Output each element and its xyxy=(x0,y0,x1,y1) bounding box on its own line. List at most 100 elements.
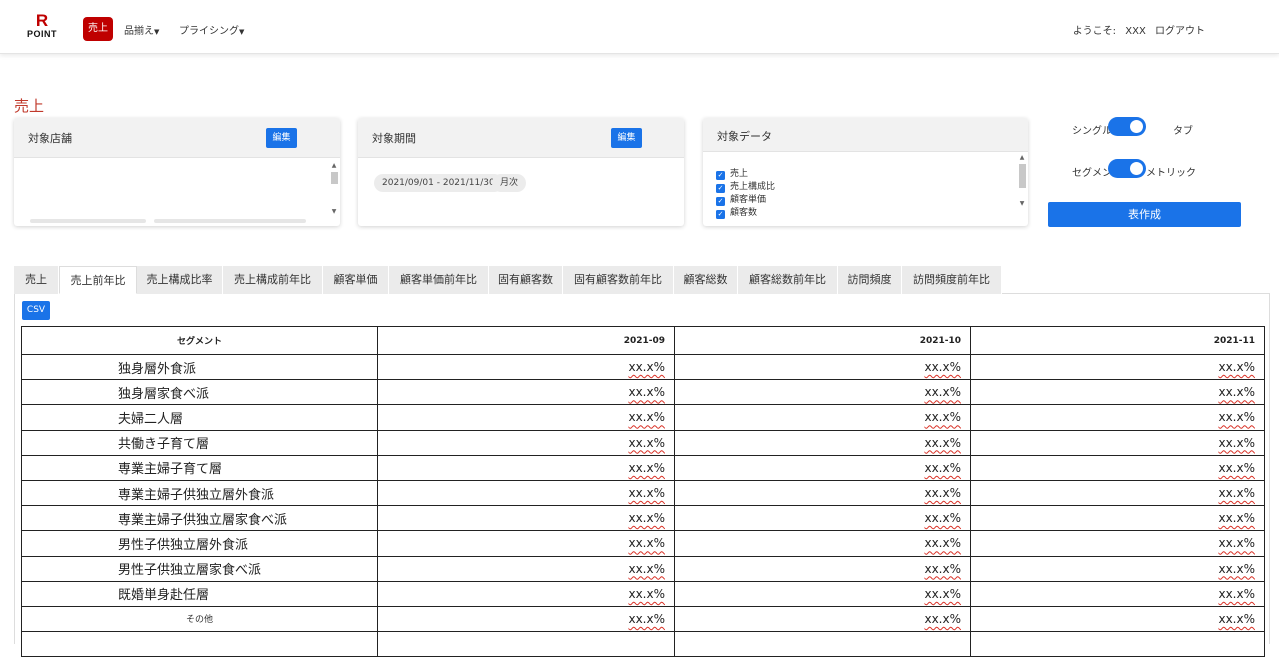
checkbox-checked-icon[interactable]: ✓ xyxy=(716,210,725,219)
value-cell: xx.x% xyxy=(377,479,675,507)
scroll-thumb[interactable] xyxy=(1018,164,1026,188)
single-tab-toggle[interactable] xyxy=(1108,117,1146,136)
value-cell xyxy=(674,631,971,657)
value-text: xx.x% xyxy=(628,561,665,576)
value-text: xx.x% xyxy=(1218,561,1255,576)
value-text: xx.x% xyxy=(924,486,961,501)
data-option-label: 売上 xyxy=(730,169,749,179)
value-text: xx.x% xyxy=(1218,611,1255,626)
value-text: xx.x% xyxy=(1218,511,1255,526)
value-cell: xx.x% xyxy=(970,580,1265,607)
value-cell: xx.x% xyxy=(674,605,971,633)
value-cell: xx.x% xyxy=(674,530,971,557)
tab-unique-customers-yoy[interactable]: 固有顧客数前年比 xyxy=(563,266,674,294)
nav-item-sales[interactable]: 売上 xyxy=(83,17,113,41)
value-text: xx.x% xyxy=(1218,410,1255,425)
segment-cell: 専業主婦子供独立層家食べ派 xyxy=(21,505,378,532)
tab-visit-frequency[interactable]: 訪問頻度 xyxy=(838,266,902,294)
value-text: xx.x% xyxy=(924,460,961,475)
table-row: 男性子供独立層外食派 xx.x% xx.x% xx.x% xyxy=(21,530,1265,557)
data-option-sales-ratio[interactable]: ✓ 売上構成比 xyxy=(716,179,775,193)
value-cell: xx.x% xyxy=(377,580,675,607)
user-name: XXX xyxy=(1125,26,1146,37)
logo-letter: R xyxy=(35,11,49,30)
nav-item-pricing[interactable]: プライシング▼ xyxy=(179,22,244,37)
scroll-up-icon[interactable]: ▲ xyxy=(1018,154,1026,162)
store-edit-button[interactable]: 編集 xyxy=(266,128,297,148)
data-scrollbar[interactable]: ▲ ▼ xyxy=(1018,154,1026,214)
segment-cell xyxy=(21,631,378,657)
create-table-button[interactable]: 表作成 xyxy=(1048,202,1241,227)
rakuten-point-logo[interactable]: R POINT xyxy=(26,12,58,39)
value-text: xx.x% xyxy=(924,561,961,576)
table-row: 男性子供独立層家食べ派 xx.x% xx.x% xx.x% xyxy=(21,555,1265,582)
logo-text: POINT xyxy=(26,29,57,39)
value-text: xx.x% xyxy=(628,360,665,375)
scroll-thumb[interactable] xyxy=(330,172,338,184)
value-cell: xx.x% xyxy=(674,580,971,607)
scroll-up-icon[interactable]: ▲ xyxy=(330,162,338,170)
value-text: xx.x% xyxy=(924,360,961,375)
value-cell: xx.x% xyxy=(674,555,971,582)
value-cell: xx.x% xyxy=(674,454,971,481)
value-text: xx.x% xyxy=(628,385,665,400)
value-cell: xx.x% xyxy=(377,555,675,582)
tab-sales-ratio[interactable]: 売上構成比率 xyxy=(137,266,223,294)
tab-unit-price-yoy[interactable]: 顧客単価前年比 xyxy=(389,266,489,294)
segment-metric-toggle[interactable] xyxy=(1108,159,1146,178)
store-card-title: 対象店舗 xyxy=(28,132,72,145)
store-scrollbar[interactable]: ▲ ▼ xyxy=(330,162,338,222)
logout-link[interactable]: ログアウト xyxy=(1155,26,1205,37)
tab-sales-ratio-yoy[interactable]: 売上構成前年比 xyxy=(223,266,323,294)
value-cell: xx.x% xyxy=(674,505,971,532)
user-bar: ようこそ: XXX ログアウト xyxy=(1073,22,1205,37)
toggle-tab-label: タブ xyxy=(1173,126,1193,137)
value-cell: xx.x% xyxy=(970,605,1265,633)
value-cell: xx.x% xyxy=(377,379,675,406)
table-row: その他 xx.x% xx.x% xx.x% xyxy=(21,605,1265,633)
table-row: 独身層家食べ派 xx.x% xx.x% xx.x% xyxy=(21,379,1265,406)
scroll-down-icon[interactable]: ▼ xyxy=(1018,200,1026,208)
value-cell: xx.x% xyxy=(970,454,1265,481)
csv-download-button[interactable]: CSV xyxy=(22,301,50,320)
column-header-month[interactable]: 2021-09 xyxy=(377,326,675,355)
data-option-sales[interactable]: ✓ 売上 xyxy=(716,166,748,180)
data-option-unit-price[interactable]: ✓ 顧客単価 xyxy=(716,192,766,206)
column-header-segment[interactable]: セグメント xyxy=(21,326,378,355)
caret-down-icon: ▼ xyxy=(154,28,160,36)
column-header-month[interactable]: 2021-11 xyxy=(970,326,1265,355)
value-text: xx.x% xyxy=(1218,385,1255,400)
segment-cell: 男性子供独立層家食べ派 xyxy=(21,555,378,582)
value-cell: xx.x% xyxy=(377,353,675,381)
tab-total-customers-yoy[interactable]: 顧客総数前年比 xyxy=(738,266,838,294)
scroll-down-icon[interactable]: ▼ xyxy=(330,208,338,216)
value-cell: xx.x% xyxy=(970,379,1265,406)
value-text: xx.x% xyxy=(628,486,665,501)
data-option-customers[interactable]: ✓ 顧客数 xyxy=(716,205,757,219)
column-header-month[interactable]: 2021-10 xyxy=(674,326,971,355)
value-text: xx.x% xyxy=(924,435,961,450)
store-chip-partial xyxy=(30,219,146,223)
value-cell: xx.x% xyxy=(674,479,971,507)
tab-unique-customers[interactable]: 固有顧客数 xyxy=(489,266,563,294)
caret-down-icon: ▼ xyxy=(239,28,245,36)
value-cell: xx.x% xyxy=(674,404,971,431)
tab-sales[interactable]: 売上 xyxy=(14,266,59,294)
value-cell: xx.x% xyxy=(970,505,1265,532)
tab-unit-price[interactable]: 顧客単価 xyxy=(323,266,389,294)
tab-total-customers[interactable]: 顧客総数 xyxy=(674,266,738,294)
value-text: xx.x% xyxy=(1218,486,1255,501)
tab-sales-yoy[interactable]: 売上前年比 xyxy=(59,266,137,294)
toggle-single-label: シングル xyxy=(1072,126,1112,137)
segment-cell: 独身層家食べ派 xyxy=(21,379,378,406)
table-row: 専業主婦子供独立層外食派 xx.x% xx.x% xx.x% xyxy=(21,479,1265,507)
value-cell: xx.x% xyxy=(377,605,675,633)
tab-visit-frequency-yoy[interactable]: 訪問頻度前年比 xyxy=(902,266,1002,294)
table-row: 共働き子育て層 xx.x% xx.x% xx.x% xyxy=(21,429,1265,456)
value-cell: xx.x% xyxy=(970,555,1265,582)
value-text: xx.x% xyxy=(1218,460,1255,475)
period-edit-button[interactable]: 編集 xyxy=(611,128,642,148)
period-filter-card: 対象期間 編集 xyxy=(358,118,684,226)
value-cell: xx.x% xyxy=(377,404,675,431)
nav-item-assortment[interactable]: 品揃え▼ xyxy=(124,22,159,37)
